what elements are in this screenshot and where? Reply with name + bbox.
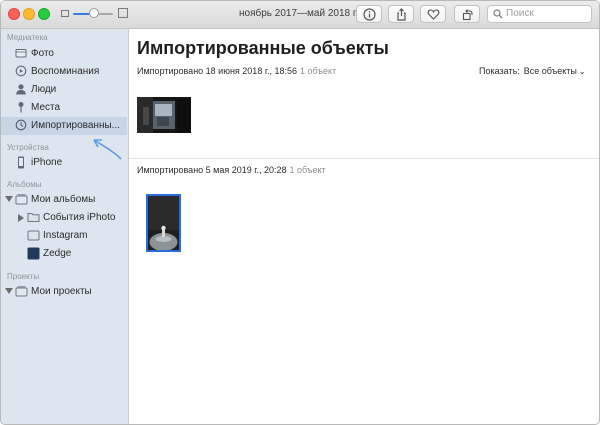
- photos-window: ноябрь 2017—май 2018 г. Поиск Медиатека …: [0, 0, 600, 425]
- annotation-arrow: [93, 139, 122, 160]
